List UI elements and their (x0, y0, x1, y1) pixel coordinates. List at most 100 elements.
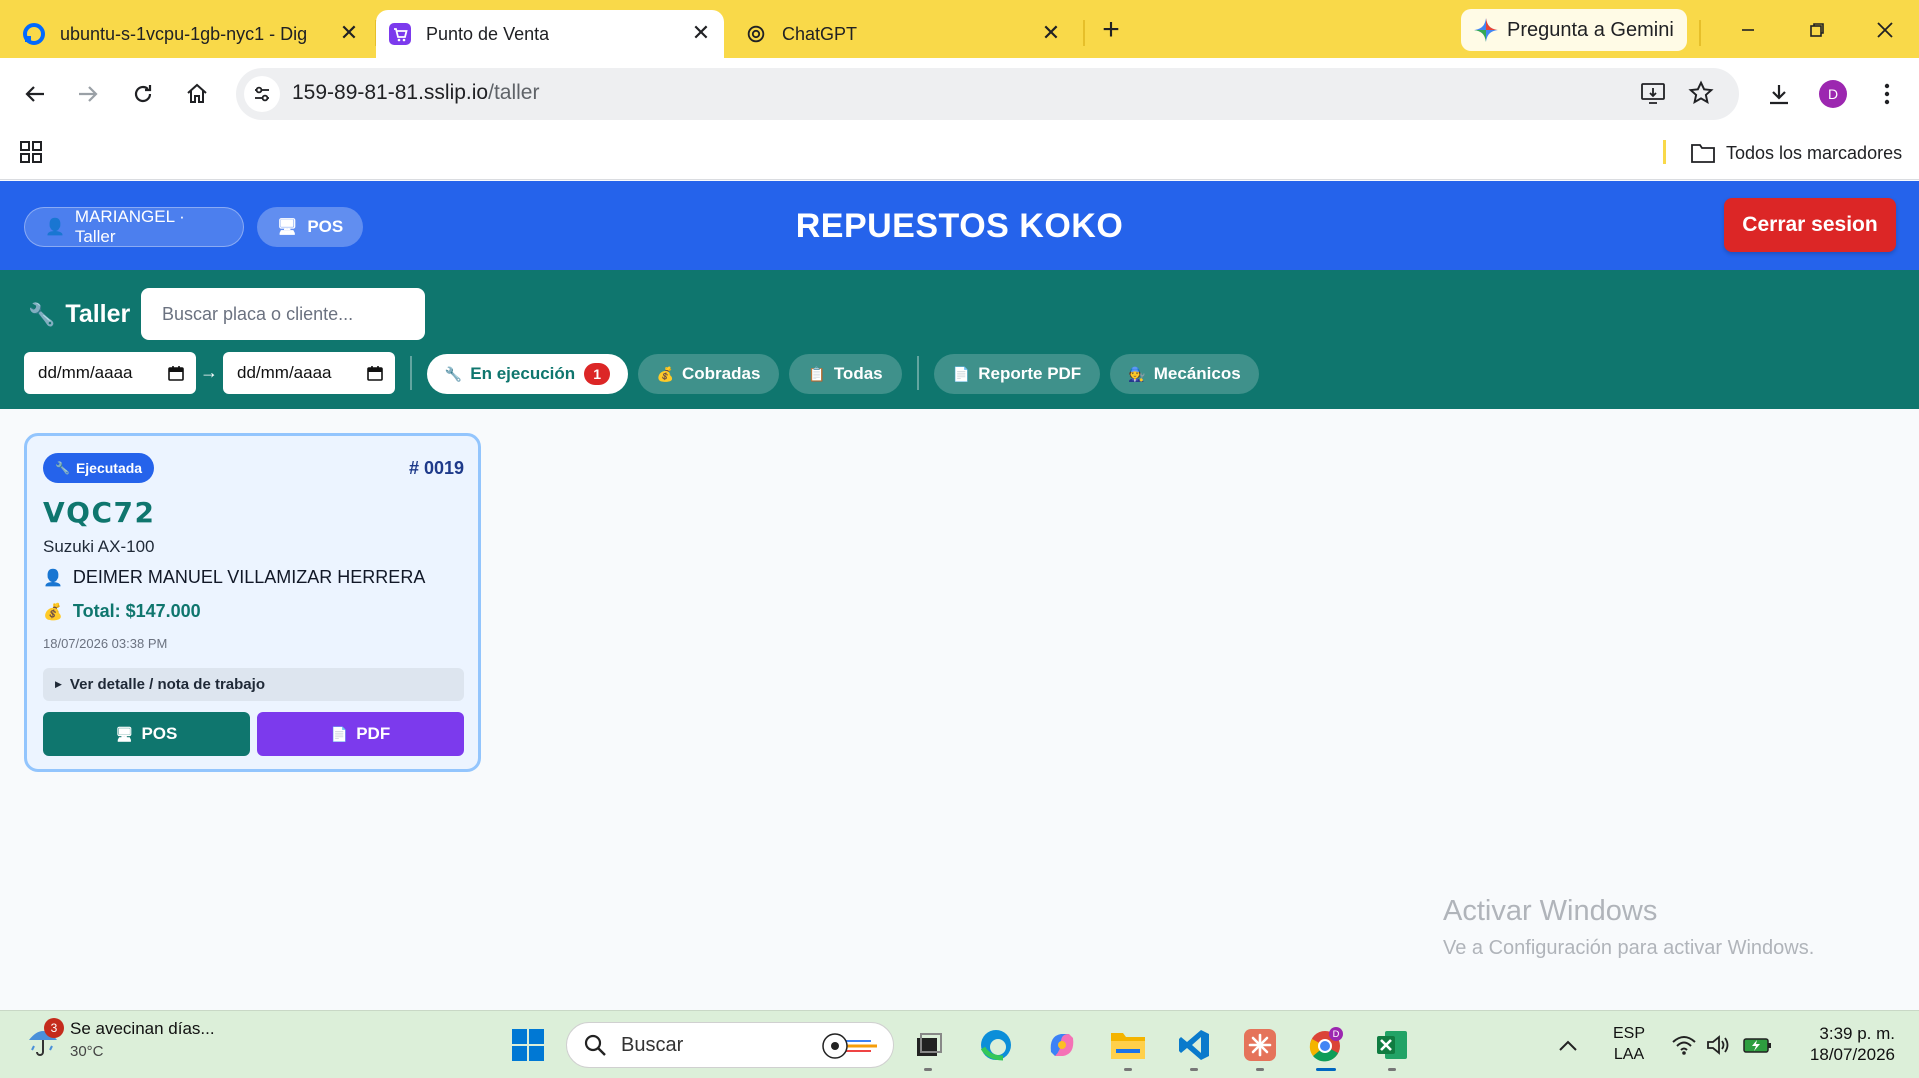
detail-toggle[interactable]: ▶ Ver detalle / nota de trabajo (43, 668, 464, 701)
card-pos-button[interactable]: 🖥 POS (43, 712, 250, 756)
minimize-window-button[interactable] (1720, 10, 1776, 50)
clipboard-icon: 📋 (808, 365, 826, 382)
task-view-button[interactable] (908, 1025, 948, 1071)
taskbar-search[interactable]: Buscar (566, 1022, 894, 1068)
tab-punto-de-venta[interactable]: Punto de Venta ✕ (376, 10, 724, 58)
tab-title: ChatGPT (782, 23, 858, 44)
vehicle-plate: VQC72 (43, 496, 156, 529)
calendar-icon[interactable] (168, 365, 184, 381)
gemini-button[interactable]: Pregunta a Gemini (1461, 9, 1687, 51)
file-explorer-app[interactable] (1108, 1025, 1148, 1071)
date-from-field[interactable]: dd/mm/aaaa (24, 352, 196, 394)
order-total-label: Total: $147.000 (72, 601, 201, 621)
system-clock[interactable]: 3:39 p. m. 18/07/2026 (1795, 1023, 1895, 1065)
battery-status[interactable] (1738, 1025, 1778, 1065)
tab-digitalocean[interactable]: ubuntu-s-1vcpu-1gb-nyc1 - Dig ✕ (22, 10, 372, 58)
back-arrow-icon (25, 86, 44, 102)
weather-text: Se avecinan días... (70, 1019, 215, 1038)
filter-en-ejecucion[interactable]: 🔧 En ejecución 1 (427, 354, 628, 394)
excel-app[interactable] (1372, 1025, 1412, 1071)
close-tab-icon[interactable]: ✕ (1038, 20, 1064, 46)
chrome-app[interactable]: D (1306, 1025, 1346, 1071)
date-range-arrow: → (200, 362, 218, 382)
section-title-label: Taller (65, 300, 131, 328)
install-app-icon[interactable] (1640, 81, 1666, 112)
status-badge: 🔧 Ejecutada (43, 453, 155, 483)
address-bar[interactable]: 159-89-81-81.sslip.io/taller (236, 68, 1739, 120)
user-icon: 👤 (45, 219, 65, 236)
weather-widget[interactable]: 3 Se avecinan días... 30°C (26, 1017, 215, 1060)
folder-icon (1691, 144, 1715, 163)
vscode-app[interactable] (1174, 1025, 1214, 1071)
show-hidden-icons-button[interactable] (1548, 1025, 1588, 1065)
close-tab-icon[interactable]: ✕ (688, 20, 714, 46)
activation-watermark-subtitle: Ve a Configuración para activar Windows. (1443, 937, 1815, 959)
url-path: /taller (488, 81, 540, 104)
pos-nav-button[interactable]: 🖥 POS (257, 207, 363, 247)
date-to-value: dd/mm/aaaa (237, 363, 332, 382)
filter-cobradas[interactable]: 💰 Cobradas (638, 354, 779, 394)
wrench-icon: 🔧 (55, 461, 70, 475)
forward-button[interactable] (70, 76, 106, 112)
all-bookmarks-button[interactable]: Todos los marcadores (1690, 138, 1902, 168)
excel-icon (1377, 1031, 1407, 1059)
reload-icon (134, 85, 152, 103)
card-pdf-label: PDF (356, 724, 391, 743)
copilot-icon (1050, 1034, 1074, 1056)
close-window-button[interactable] (1857, 10, 1913, 50)
user-badge: 👤 MARIANGEL · Taller (24, 207, 244, 247)
mechanics-button[interactable]: 🧑‍🔧 Mecánicos (1110, 354, 1259, 394)
bookmark-star-icon[interactable] (1688, 80, 1714, 111)
reload-button[interactable] (125, 76, 161, 112)
all-bookmarks-label: Todos los marcadores (1726, 142, 1903, 163)
gemini-star-icon (1474, 18, 1498, 42)
date-to-field[interactable]: dd/mm/aaaa (223, 352, 395, 394)
running-indicator (1124, 1068, 1132, 1071)
profile-button[interactable]: D (1815, 76, 1851, 112)
downloads-button[interactable] (1761, 76, 1797, 112)
logout-button[interactable]: Cerrar sesion (1724, 198, 1896, 252)
umbrella-rain-icon: 3 (26, 1017, 64, 1060)
pos-nav-label: POS (307, 217, 344, 236)
start-button[interactable] (508, 1025, 548, 1065)
browser-menu-button[interactable] (1869, 76, 1905, 112)
edge-app[interactable] (976, 1025, 1016, 1065)
taller-toolbar: 🔧 Taller dd/mm/aaaa → dd/mm/aaaa 🔧 En ej… (0, 270, 1919, 409)
search-icon (584, 1034, 606, 1056)
windows-taskbar: 3 Se avecinan días... 30°C Buscar D ESP … (0, 1010, 1919, 1078)
input-language[interactable]: ESP LAA (1608, 1023, 1650, 1065)
tab-divider (1699, 20, 1701, 46)
minimize-icon (1742, 29, 1754, 31)
close-tab-icon[interactable]: ✕ (336, 20, 362, 46)
chevron-up-icon (1559, 1040, 1577, 1051)
toolbar-divider (917, 356, 919, 390)
tab-title: Punto de Venta (426, 23, 550, 44)
filter-todas[interactable]: 📋 Todas (789, 354, 902, 394)
home-button[interactable] (179, 76, 215, 112)
calendar-icon[interactable] (367, 365, 383, 381)
restore-window-button[interactable] (1789, 10, 1845, 50)
lang-bottom: LAA (1613, 1046, 1645, 1063)
edge-icon (980, 1030, 1011, 1061)
copilot-app[interactable] (1042, 1025, 1082, 1065)
new-tab-button[interactable]: + (1094, 14, 1128, 48)
back-button[interactable] (17, 76, 53, 112)
gemini-label: Pregunta a Gemini (1507, 18, 1674, 41)
order-number: # 0019 (408, 458, 464, 478)
order-date: 18/07/2026 03:38 PM (43, 636, 168, 651)
clock-date: 18/07/2026 (1809, 1045, 1895, 1064)
tab-chatgpt[interactable]: ChatGPT ✕ (744, 10, 1074, 58)
search-input[interactable] (141, 288, 425, 340)
claude-app[interactable] (1240, 1025, 1280, 1071)
claude-icon (1244, 1029, 1276, 1061)
report-pdf-button[interactable]: 📄 Reporte PDF (934, 354, 1100, 394)
site-settings-icon[interactable] (244, 76, 280, 112)
apps-grid-icon[interactable] (19, 140, 43, 169)
running-indicator (924, 1068, 932, 1071)
disclosure-triangle-icon: ▶ (55, 679, 62, 689)
wifi-icon (1672, 1036, 1696, 1055)
volume-status[interactable] (1698, 1025, 1738, 1065)
cart-icon (388, 22, 412, 46)
card-pdf-button[interactable]: 📄 PDF (257, 712, 464, 756)
client-name: 👤 DEIMER MANUEL VILLAMIZAR HERRERA (43, 567, 425, 588)
